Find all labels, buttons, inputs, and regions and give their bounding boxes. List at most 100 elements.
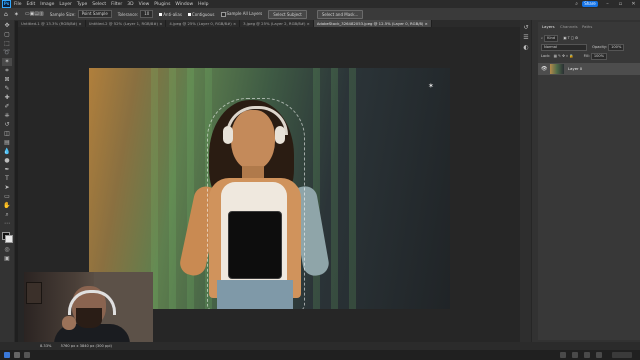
menu-help[interactable]: Help bbox=[198, 2, 208, 7]
crop-tool-icon[interactable]: ⌗ bbox=[2, 67, 12, 75]
filter-row: ⌕ Kind ▣T◻⚙ bbox=[541, 35, 635, 42]
zoom-tool-icon[interactable]: ⌕ bbox=[2, 211, 12, 219]
zoom-level[interactable]: 8.33% bbox=[40, 344, 51, 348]
presenter-hand bbox=[62, 316, 76, 330]
tolerance-label: Tolerance: bbox=[117, 11, 139, 17]
tab-adobestock[interactable]: AdobeStock_326482053.jpeg @ 12.5% (Layer… bbox=[313, 20, 432, 27]
dodge-tool-icon[interactable]: ● bbox=[2, 157, 12, 165]
marquee-tool-icon[interactable]: ⬚ bbox=[2, 40, 12, 48]
webcam-picture-frame bbox=[26, 282, 42, 304]
more-tools-icon[interactable]: ⋯ bbox=[2, 220, 12, 228]
contiguous-checkbox[interactable]: Contiguous bbox=[187, 12, 215, 17]
home-icon[interactable]: ⌂ bbox=[4, 11, 8, 18]
adjustments-panel-icon[interactable]: ◐ bbox=[521, 44, 531, 52]
search-icon: ⌕ bbox=[541, 36, 544, 40]
tab-paths[interactable]: Paths bbox=[582, 24, 592, 29]
photoshop-logo: Ps bbox=[2, 0, 11, 8]
fill-label: Fill: bbox=[583, 54, 590, 58]
pen-tool-icon[interactable]: ✒ bbox=[2, 166, 12, 174]
opacity-label: Opacity: bbox=[592, 45, 607, 49]
history-brush-tool-icon[interactable]: ↺ bbox=[2, 121, 12, 129]
filter-icons[interactable]: ▣T◻⚙ bbox=[563, 36, 579, 40]
layer-name[interactable]: Layer 0 bbox=[568, 63, 582, 75]
menu-plugins[interactable]: Plugins bbox=[154, 2, 170, 7]
brush-tool-icon[interactable]: ✐ bbox=[2, 103, 12, 111]
taskbar-app-icon[interactable] bbox=[24, 352, 30, 358]
layer-row[interactable]: 👁 Layer 0 bbox=[538, 63, 640, 75]
tab-untitled-2[interactable]: Untitled-2 @ 52% (Layer 1, RGB/8#) × bbox=[86, 20, 167, 27]
eraser-tool-icon[interactable]: ◫ bbox=[2, 130, 12, 138]
taskbar-app-icon[interactable] bbox=[14, 352, 20, 358]
opacity-input[interactable]: 100% bbox=[608, 44, 625, 51]
tray-icon[interactable] bbox=[596, 352, 602, 358]
tab-untitled-1[interactable]: Untitled-1 @ 13.3% (RGB/8#) × bbox=[18, 20, 86, 27]
tray-icon[interactable] bbox=[572, 352, 578, 358]
magic-wand-tool-icon[interactable]: ✶ bbox=[14, 11, 19, 18]
unchecked-icon bbox=[220, 11, 226, 17]
menu-type[interactable]: Type bbox=[77, 2, 87, 7]
menu-view[interactable]: View bbox=[139, 2, 150, 7]
gradient-tool-icon[interactable]: ▤ bbox=[2, 139, 12, 147]
background-stripe bbox=[169, 68, 176, 309]
menu-filter[interactable]: Filter bbox=[111, 2, 122, 7]
search-icon[interactable]: ⌕ bbox=[575, 1, 578, 7]
shape-tool-icon[interactable]: ▭ bbox=[2, 193, 12, 201]
type-tool-icon[interactable]: T bbox=[2, 175, 12, 183]
tab-3-jpeg[interactable]: 3.jpeg @ 25% (Layer 2, RGB/8#) × bbox=[240, 20, 314, 27]
selection-marching-ants bbox=[207, 98, 305, 309]
visibility-eye-icon[interactable]: 👁 bbox=[541, 63, 547, 75]
tray-icon[interactable] bbox=[584, 352, 590, 358]
background-color-swatch[interactable] bbox=[5, 235, 13, 243]
fill-input[interactable]: 100% bbox=[590, 53, 608, 60]
close-icon[interactable]: ✕ bbox=[629, 0, 638, 8]
kind-filter-select[interactable]: Kind bbox=[544, 35, 559, 42]
select-and-mask-button[interactable]: Select and Mask... bbox=[316, 9, 364, 19]
menu-edit[interactable]: Edit bbox=[27, 2, 36, 7]
lock-icons[interactable]: ▦✎✥⌗🔒 bbox=[554, 54, 575, 58]
screen-mode-icon[interactable]: ▣ bbox=[2, 255, 12, 263]
tab-layers[interactable]: Layers bbox=[542, 24, 555, 29]
tab-channels[interactable]: Channels bbox=[560, 24, 578, 29]
menu-3d[interactable]: 3D bbox=[127, 2, 133, 7]
background-stripe bbox=[349, 68, 356, 309]
clone-stamp-tool-icon[interactable]: ⎈ bbox=[2, 112, 12, 120]
history-panel-icon[interactable]: ↺ bbox=[521, 24, 531, 32]
magic-wand-tool-icon[interactable]: ✶ bbox=[2, 58, 12, 66]
check-icon bbox=[187, 13, 191, 16]
sample-all-layers-checkbox[interactable]: Sample All Layers bbox=[220, 11, 262, 17]
clock[interactable] bbox=[612, 352, 632, 358]
selection-mode-icons[interactable]: ▭▣▤▥ bbox=[25, 11, 44, 17]
path-selection-tool-icon[interactable]: ➤ bbox=[2, 184, 12, 192]
frame-tool-icon[interactable]: ⊠ bbox=[2, 76, 12, 84]
eyedropper-tool-icon[interactable]: ✎ bbox=[2, 85, 12, 93]
lock-row: Lock: ▦✎✥⌗🔒 Fill: 100% bbox=[541, 53, 635, 60]
tray-icon[interactable] bbox=[560, 352, 566, 358]
blend-mode-select[interactable]: Normal bbox=[541, 44, 587, 51]
sample-size-select[interactable]: Point Sample bbox=[77, 10, 112, 18]
select-subject-button[interactable]: Select Subject bbox=[268, 9, 307, 19]
move-tool-icon[interactable]: ✥ bbox=[2, 22, 12, 30]
menu-window[interactable]: Window bbox=[175, 2, 193, 7]
menu-layer[interactable]: Layer bbox=[59, 2, 72, 7]
lock-label: Lock: bbox=[541, 54, 551, 58]
check-icon bbox=[159, 13, 163, 16]
menu-image[interactable]: Image bbox=[40, 2, 54, 7]
tab-4-jpeg[interactable]: 4.jpeg @ 25% (Layer 0, RGB/8#) × bbox=[166, 20, 241, 27]
anti-alias-checkbox[interactable]: Anti-alias bbox=[159, 12, 182, 17]
blend-row: Normal Opacity: 100% bbox=[541, 44, 635, 51]
artboard-tool-icon[interactable]: ▢ bbox=[2, 31, 12, 39]
share-button[interactable]: Share bbox=[582, 1, 598, 7]
menu-file[interactable]: File bbox=[14, 2, 22, 7]
hand-tool-icon[interactable]: ✋ bbox=[2, 202, 12, 210]
healing-brush-tool-icon[interactable]: ✚ bbox=[2, 94, 12, 102]
start-icon[interactable] bbox=[4, 352, 10, 358]
lasso-tool-icon[interactable]: ➰ bbox=[2, 49, 12, 57]
tolerance-input[interactable]: 10 bbox=[140, 10, 154, 18]
blur-tool-icon[interactable]: 💧 bbox=[2, 148, 12, 156]
minimize-icon[interactable]: – bbox=[603, 0, 612, 8]
menu-select[interactable]: Select bbox=[92, 2, 106, 7]
maximize-icon[interactable]: ▫ bbox=[616, 0, 625, 8]
properties-panel-icon[interactable]: ☰ bbox=[521, 34, 531, 42]
quick-mask-icon[interactable]: ◎ bbox=[2, 246, 12, 254]
tools-panel: ✥ ▢ ⬚ ➰ ✶ ⌗ ⊠ ✎ ✚ ✐ ⎈ ↺ ◫ ▤ 💧 ● ✒ T ➤ ▭ … bbox=[0, 20, 15, 342]
